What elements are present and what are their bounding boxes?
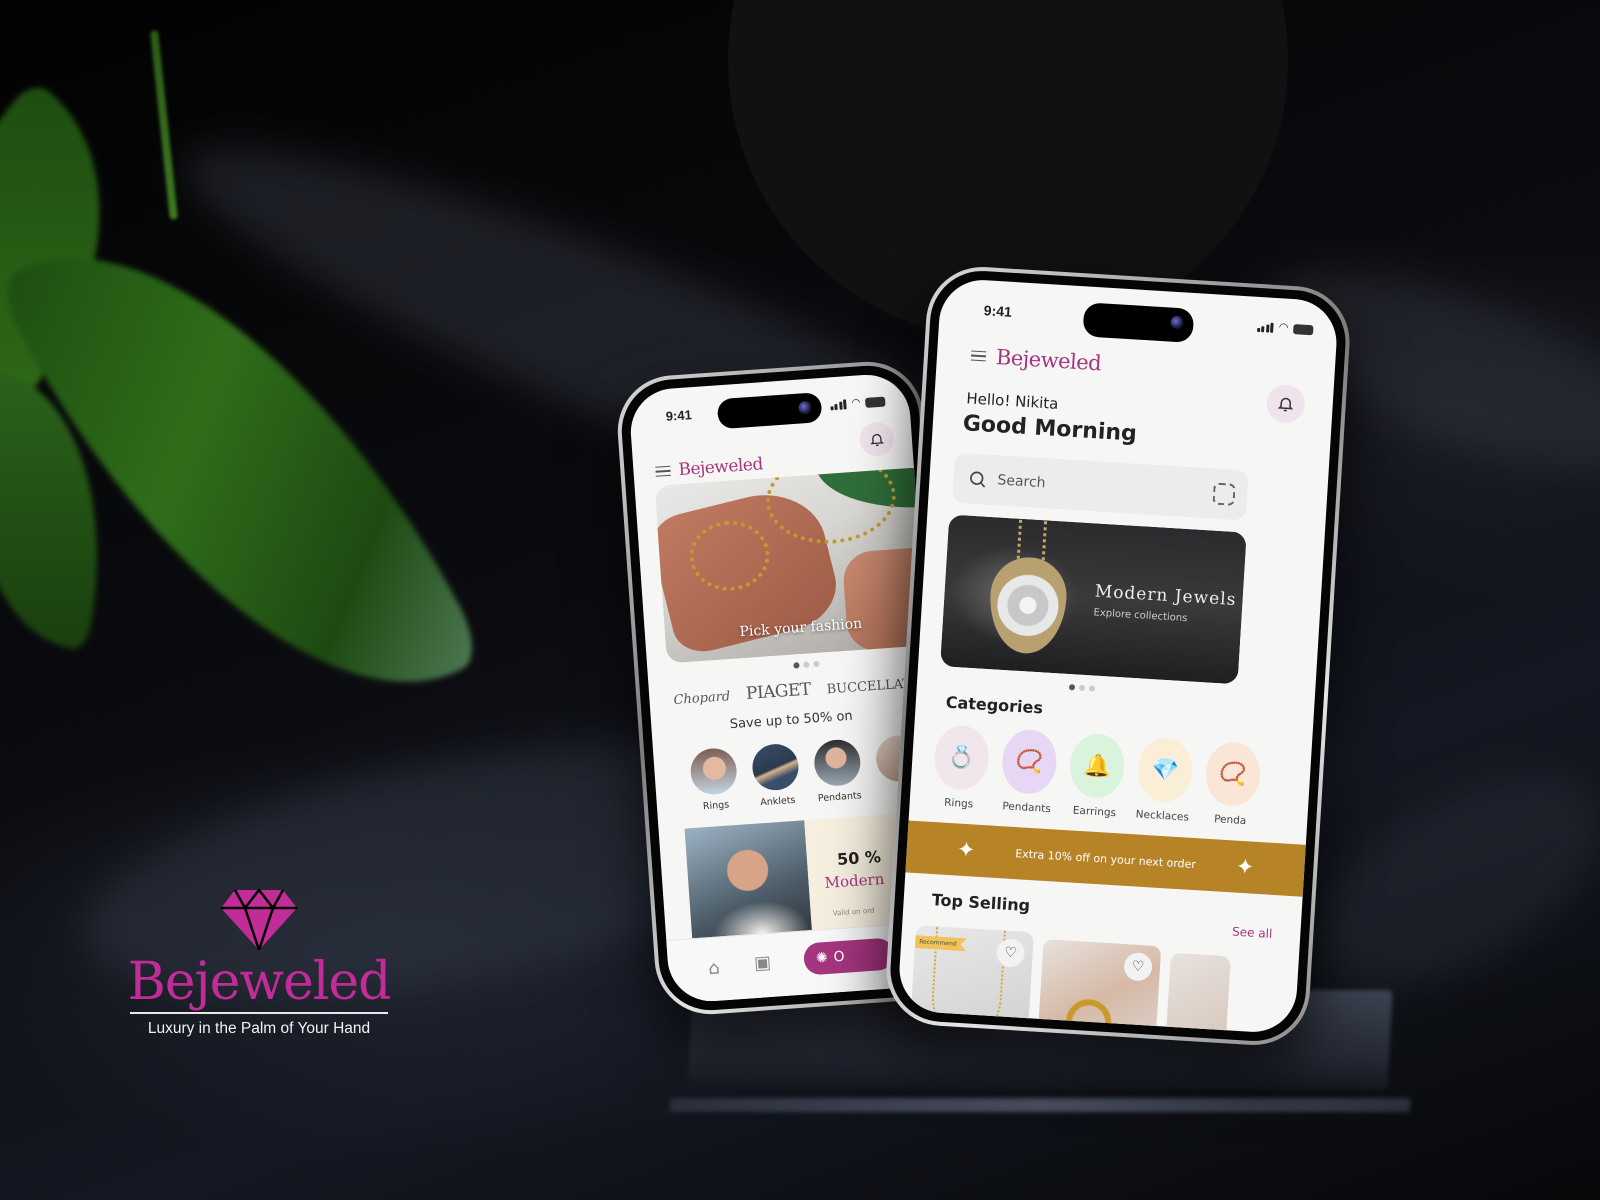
- top-selling-products: Recommend ♡ ♡: [909, 925, 1232, 1035]
- category-label: Pendants: [817, 790, 862, 805]
- bell-icon: [870, 433, 885, 447]
- bell-icon: [1277, 397, 1294, 412]
- pendant-icon: 📿: [1000, 728, 1059, 796]
- category-label: Pendants: [1002, 800, 1052, 816]
- product-card[interactable]: Recommend ♡: [909, 925, 1034, 1035]
- status-time: 9:41: [665, 407, 693, 424]
- menu-icon[interactable]: [655, 465, 671, 478]
- category-photo: [812, 738, 862, 788]
- categories-title: Categories: [945, 692, 1044, 718]
- carousel-indicator[interactable]: [793, 660, 820, 669]
- app-logo: Bejeweled: [995, 345, 1102, 376]
- camera-icon: [1170, 315, 1184, 330]
- scan-icon[interactable]: [1212, 482, 1236, 506]
- offer-text: Extra 10% off on your next order: [1014, 846, 1197, 871]
- sale-category-anklets[interactable]: Anklets: [750, 742, 801, 809]
- nav-offers-tab[interactable]: ✺ O: [802, 937, 895, 976]
- wifi-icon: ◠: [1278, 320, 1289, 334]
- bag-icon[interactable]: ▣: [753, 952, 771, 974]
- save-section-title: Save up to 50% on: [729, 708, 854, 733]
- product-card[interactable]: [1164, 952, 1231, 1035]
- category-pendants[interactable]: 📿 Pendants: [999, 728, 1059, 816]
- brand-name: Bejeweled: [127, 952, 392, 1012]
- heart-icon[interactable]: ♡: [995, 938, 1026, 968]
- earring-icon: 🔔: [1068, 732, 1127, 800]
- diamond-icon: [221, 888, 297, 950]
- brand-piaget[interactable]: PIAGET: [745, 680, 811, 704]
- pendant-chain: [1016, 514, 1048, 561]
- sparkle-icon: ✦: [1235, 854, 1255, 881]
- category-necklaces[interactable]: 💎 Necklaces: [1135, 736, 1195, 824]
- status-icons: ◠: [1256, 319, 1314, 336]
- notifications-button[interactable]: [858, 421, 896, 458]
- app-header: Bejeweled: [970, 343, 1102, 375]
- product-card[interactable]: ♡: [1036, 938, 1162, 1035]
- carousel-indicator[interactable]: [1068, 684, 1096, 692]
- sale-category-pendants[interactable]: Pendants: [812, 738, 863, 805]
- offer-banner[interactable]: ✦ Extra 10% off on your next order ✦: [905, 820, 1306, 897]
- category-label: Penda: [1213, 813, 1247, 828]
- sale-category-rings[interactable]: Rings: [689, 746, 739, 813]
- sparkle-icon: ✦: [956, 837, 977, 864]
- categories-row: 💍 Rings 📿 Pendants 🔔 Earrings 💎 Necklace…: [931, 724, 1262, 828]
- podium-edge: [670, 1098, 1410, 1112]
- pendant-image: [987, 555, 1069, 656]
- signal-icon: [1256, 322, 1275, 333]
- app-logo: Bejeweled: [677, 454, 764, 481]
- brand-logo: Bejeweled Luxury in the Palm of Your Han…: [124, 888, 394, 1038]
- camera-icon: [798, 400, 812, 415]
- greeting-text: Hello! Nikita: [965, 389, 1059, 413]
- category-label: Anklets: [759, 794, 796, 809]
- search-input[interactable]: Search: [952, 452, 1249, 521]
- sale-categories: Rings Anklets Pendants: [689, 733, 925, 813]
- hero-title: Modern Jewels: [1094, 581, 1237, 611]
- category-label: Necklaces: [1135, 808, 1190, 824]
- nav-offers-label: O: [833, 948, 846, 966]
- notifications-button[interactable]: [1265, 383, 1306, 424]
- offer-icon: ✺: [815, 949, 829, 967]
- category-photo: [750, 742, 801, 792]
- hero-subtitle[interactable]: Explore collections: [1093, 607, 1187, 624]
- brand-divider: [130, 1012, 388, 1014]
- dynamic-island: [1082, 302, 1195, 343]
- category-label: Rings: [943, 796, 974, 811]
- signal-icon: [830, 399, 847, 411]
- category-photo: [689, 746, 739, 797]
- menu-icon[interactable]: [970, 350, 987, 362]
- status-time: 9:41: [983, 302, 1013, 320]
- category-earrings[interactable]: 🔔 Earrings: [1067, 732, 1127, 820]
- search-icon: [970, 471, 986, 488]
- wifi-icon: ◠: [851, 397, 861, 409]
- category-rings[interactable]: 💍 Rings: [931, 724, 991, 811]
- category-label: Earrings: [1072, 804, 1117, 820]
- necklace-icon: 💎: [1136, 736, 1195, 804]
- search-placeholder: Search: [997, 472, 1047, 492]
- heart-icon[interactable]: ♡: [1123, 951, 1153, 982]
- category-pendants-2[interactable]: 📿 Penda: [1203, 740, 1262, 828]
- headline-text: Good Morning: [962, 411, 1138, 447]
- status-icons: ◠: [830, 396, 886, 411]
- battery-icon: [864, 396, 886, 408]
- top-selling-title: Top Selling: [931, 890, 1031, 916]
- phone-mockup-right: 9:41 ◠ Bejeweled Hello! Nikita Good Morn…: [883, 263, 1353, 1049]
- brand-chopard[interactable]: Chopard: [673, 689, 731, 708]
- category-label: Rings: [702, 799, 730, 813]
- dynamic-island: [716, 392, 823, 430]
- hero-banner[interactable]: Modern Jewels Explore collections: [940, 514, 1247, 685]
- ring-icon: 💍: [932, 724, 991, 792]
- home-icon[interactable]: ⌂: [708, 958, 721, 980]
- battery-icon: [1292, 324, 1314, 336]
- brand-tagline: Luxury in the Palm of Your Hand: [147, 1020, 371, 1037]
- see-all-link[interactable]: See all: [1232, 924, 1273, 940]
- app-header: Bejeweled: [655, 454, 764, 481]
- hero-banner[interactable]: Pick your fashion: [654, 466, 939, 664]
- phone-screen: 9:41 ◠ Bejeweled Hello! Nikita Good Morn…: [896, 277, 1340, 1035]
- pendant-icon: 📿: [1204, 740, 1262, 808]
